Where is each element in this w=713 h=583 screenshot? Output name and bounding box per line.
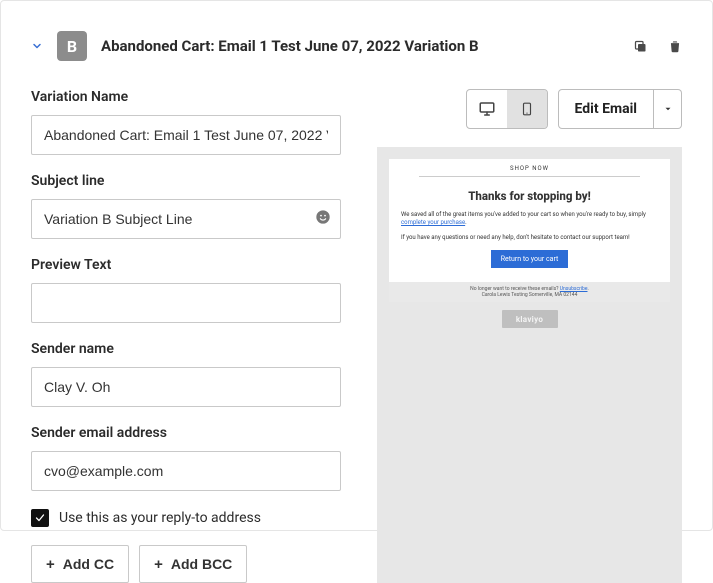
plus-icon: + xyxy=(154,556,163,573)
preview-heading: Thanks for stopping by! xyxy=(401,189,658,203)
subject-input[interactable] xyxy=(31,199,341,239)
reply-to-row: Use this as your reply-to address xyxy=(31,509,341,527)
variation-name-input[interactable] xyxy=(31,115,341,155)
card-title: Abandoned Cart: Email 1 Test June 07, 20… xyxy=(101,37,633,55)
add-bcc-button[interactable]: + Add BCC xyxy=(139,545,247,583)
sender-name-input[interactable] xyxy=(31,367,341,407)
add-cc-label: Add CC xyxy=(63,556,114,572)
preview-toolbar: Edit Email xyxy=(377,89,682,129)
email-variation-card: B Abandoned Cart: Email 1 Test June 07, … xyxy=(0,0,713,531)
subject-field: Subject line xyxy=(31,173,341,239)
plus-icon: + xyxy=(46,556,55,573)
add-bcc-label: Add BCC xyxy=(171,556,232,572)
preview-text-input[interactable] xyxy=(31,283,341,323)
header-actions xyxy=(633,38,682,54)
preview-text-field: Preview Text xyxy=(31,257,341,323)
collapse-toggle[interactable] xyxy=(31,40,43,52)
sender-name-field: Sender name xyxy=(31,341,341,407)
reply-to-label: Use this as your reply-to address xyxy=(59,510,261,526)
emoji-picker-button[interactable] xyxy=(315,209,331,229)
preview-complete-link: complete your purchase xyxy=(401,219,465,226)
variation-name-field: Variation Name xyxy=(31,89,341,155)
subject-label: Subject line xyxy=(31,173,341,189)
klaviyo-badge: klaviyo xyxy=(502,310,558,328)
preview-paragraph-1: We saved all of the great items you've a… xyxy=(401,211,658,228)
reply-to-checkbox[interactable] xyxy=(31,509,49,527)
edit-email-button[interactable]: Edit Email xyxy=(558,89,654,129)
card-header: B Abandoned Cart: Email 1 Test June 07, … xyxy=(31,31,682,61)
form-panel: Variation Name Subject line Preview Text… xyxy=(31,89,341,583)
delete-button[interactable] xyxy=(668,38,682,54)
variation-name-label: Variation Name xyxy=(31,89,341,105)
mobile-view-button[interactable] xyxy=(507,90,547,128)
preview-panel: Edit Email SHOP NOW Thanks for stopping … xyxy=(377,89,682,583)
preview-text-label: Preview Text xyxy=(31,257,341,273)
email-preview: SHOP NOW Thanks for stopping by! We save… xyxy=(389,159,670,302)
sender-email-label: Sender email address xyxy=(31,425,341,441)
content-layout: Variation Name Subject line Preview Text… xyxy=(31,89,682,583)
preview-paragraph-2: If you have any questions or need any he… xyxy=(401,234,658,242)
edit-email-group: Edit Email xyxy=(558,89,682,129)
add-cc-button[interactable]: + Add CC xyxy=(31,545,129,583)
edit-email-dropdown[interactable] xyxy=(654,89,682,129)
desktop-view-button[interactable] xyxy=(467,90,507,128)
device-toggle xyxy=(466,89,548,129)
duplicate-button[interactable] xyxy=(633,39,648,54)
sender-email-input[interactable] xyxy=(31,451,341,491)
preview-footer: No longer want to receive these emails? … xyxy=(389,282,670,302)
cc-bcc-row: + Add CC + Add BCC xyxy=(31,545,341,583)
variation-badge: B xyxy=(57,31,87,61)
preview-cta-button: Return to your cart xyxy=(491,250,569,268)
sender-email-field: Sender email address xyxy=(31,425,341,491)
preview-nav-link: SHOP NOW xyxy=(419,165,640,177)
email-preview-area[interactable]: SHOP NOW Thanks for stopping by! We save… xyxy=(377,147,682,583)
sender-name-label: Sender name xyxy=(31,341,341,357)
